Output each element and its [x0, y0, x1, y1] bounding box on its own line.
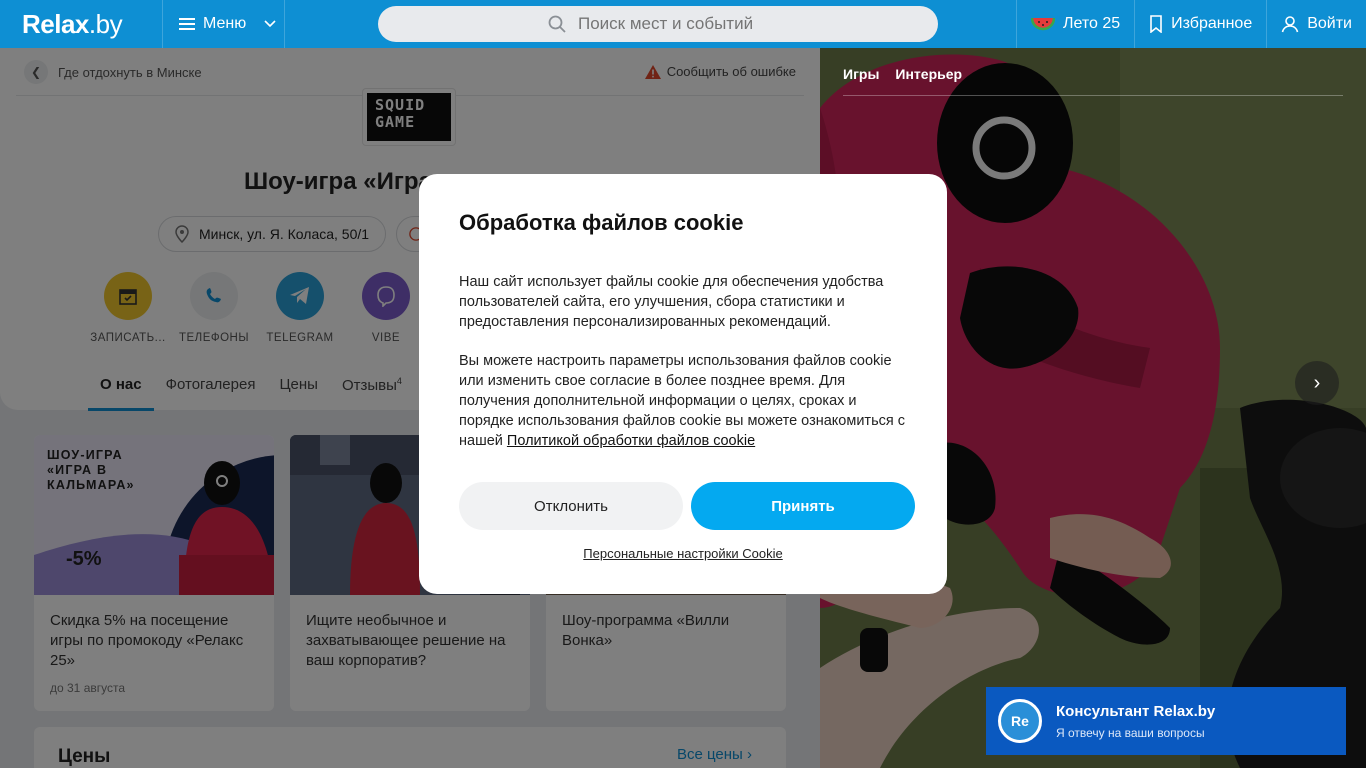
gallery-next-button[interactable]: ›	[1295, 361, 1339, 405]
gallery-divider	[843, 95, 1343, 96]
cookie-text-2: Вы можете настроить параметры использова…	[459, 351, 907, 451]
menu-label: Меню	[203, 15, 247, 32]
cookie-text-1: Наш сайт использует файлы cookie для обе…	[459, 274, 884, 330]
consultant-title: Консультант Relax.by	[1056, 702, 1216, 720]
site-logo[interactable]: Relax .by	[0, 0, 163, 48]
top-bar: Relax.by Меню Лето 25 Избранное Войти	[0, 0, 1366, 48]
summer-label: Лето 25	[1062, 15, 1121, 32]
login-label: Войти	[1307, 15, 1352, 32]
search-bar[interactable]	[378, 6, 938, 42]
cookie-title: Обработка файлов cookie	[459, 210, 744, 235]
watermelon-icon	[1030, 17, 1055, 31]
search-input[interactable]	[578, 14, 768, 34]
chevron-right-icon: ›	[1313, 371, 1321, 394]
cookie-policy-link[interactable]: Политикой обработки файлов cookie	[507, 433, 755, 449]
gallery-tabs: Игры Интерьер	[843, 66, 962, 82]
menu-button[interactable]: Меню	[163, 0, 285, 48]
login-link[interactable]: Войти	[1266, 0, 1366, 48]
logo-suffix: .by	[88, 8, 123, 39]
decline-button[interactable]: Отклонить	[459, 482, 683, 530]
consultant-widget[interactable]: Re Консультант Relax.by Я отвечу на ваши…	[986, 687, 1346, 755]
gallery-tab-games[interactable]: Игры	[843, 66, 879, 82]
accept-button[interactable]: Принять	[691, 482, 915, 530]
user-icon	[1281, 16, 1299, 33]
consultant-subtitle: Я отвечу на ваши вопросы	[1056, 725, 1205, 740]
favorites-label: Избранное	[1171, 15, 1253, 32]
avatar: Re	[998, 699, 1042, 743]
bookmark-icon	[1150, 15, 1162, 33]
gallery-tab-interior[interactable]: Интерьер	[895, 66, 962, 82]
cookie-settings-link[interactable]: Персональные настройки Cookie	[419, 546, 947, 561]
summer-link[interactable]: Лето 25	[1015, 0, 1134, 48]
logo-text: Relax	[22, 8, 89, 39]
hamburger-icon	[179, 18, 195, 30]
search-icon	[548, 15, 566, 33]
cookie-dialog: Обработка файлов cookie Наш сайт использ…	[419, 174, 947, 594]
favorites-link[interactable]: Избранное	[1134, 0, 1266, 48]
chevron-down-icon	[264, 20, 276, 28]
